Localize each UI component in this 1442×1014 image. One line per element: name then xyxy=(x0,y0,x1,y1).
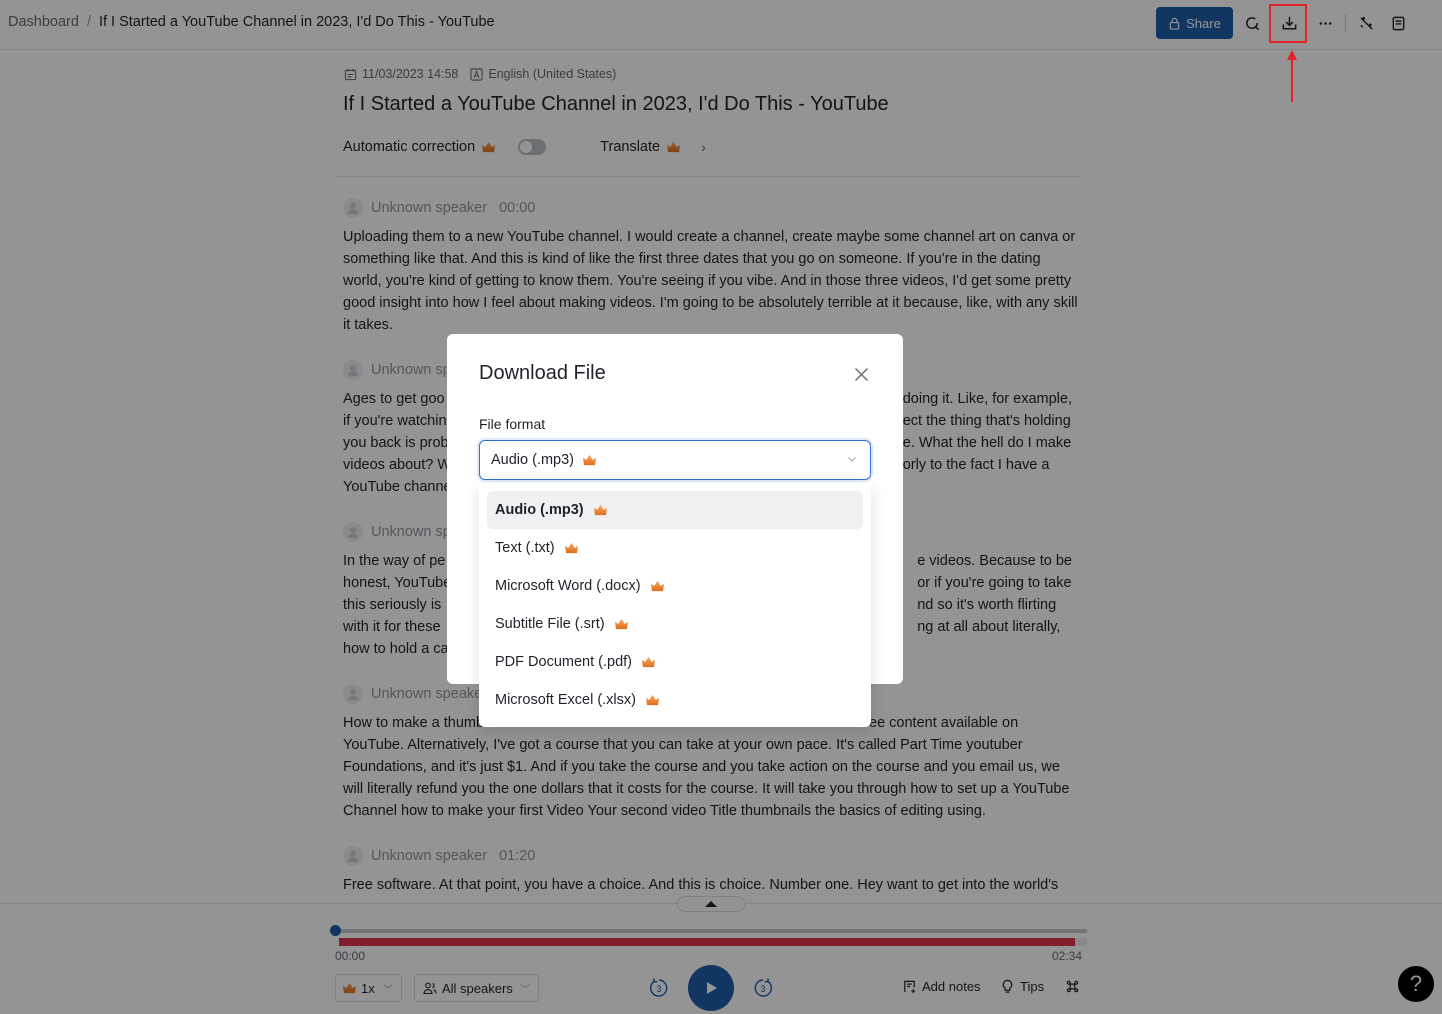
crown-icon xyxy=(614,618,629,630)
file-format-value: Audio (.mp3) xyxy=(491,452,575,468)
file-format-dropdown: Audio (.mp3) Text (.txt) Microsoft Word (.… xyxy=(479,483,871,727)
file-format-option[interactable]: Audio (.mp3) xyxy=(487,491,863,529)
modal-title: Download File xyxy=(479,362,606,384)
file-format-option[interactable]: Microsoft Word (.docx) xyxy=(487,567,863,605)
crown-icon xyxy=(564,542,579,554)
crown-icon xyxy=(593,504,608,516)
crown-icon xyxy=(582,454,597,466)
option-label: PDF Document (.pdf) xyxy=(495,654,632,670)
file-format-option[interactable]: PDF Document (.pdf) xyxy=(487,643,863,681)
close-button[interactable] xyxy=(851,364,871,384)
crown-icon xyxy=(650,580,665,592)
option-label: Audio (.mp3) xyxy=(495,502,584,518)
file-format-option[interactable]: Subtitle File (.srt) xyxy=(487,605,863,643)
chevron-down-icon xyxy=(848,457,856,462)
file-format-option[interactable]: Microsoft Excel (.xlsx) xyxy=(487,681,863,719)
option-label: Text (.txt) xyxy=(495,540,555,556)
crown-icon xyxy=(645,694,660,706)
crown-icon xyxy=(641,656,656,668)
file-format-select[interactable]: Audio (.mp3) xyxy=(479,440,871,480)
annotation-arrow xyxy=(1291,58,1293,102)
option-label: Microsoft Word (.docx) xyxy=(495,578,641,594)
close-icon xyxy=(854,367,868,381)
option-label: Microsoft Excel (.xlsx) xyxy=(495,692,636,708)
option-label: Subtitle File (.srt) xyxy=(495,616,605,632)
download-highlight-annotation xyxy=(1269,4,1307,43)
file-format-option[interactable]: Text (.txt) xyxy=(487,529,863,567)
file-format-label: File format xyxy=(479,416,546,432)
